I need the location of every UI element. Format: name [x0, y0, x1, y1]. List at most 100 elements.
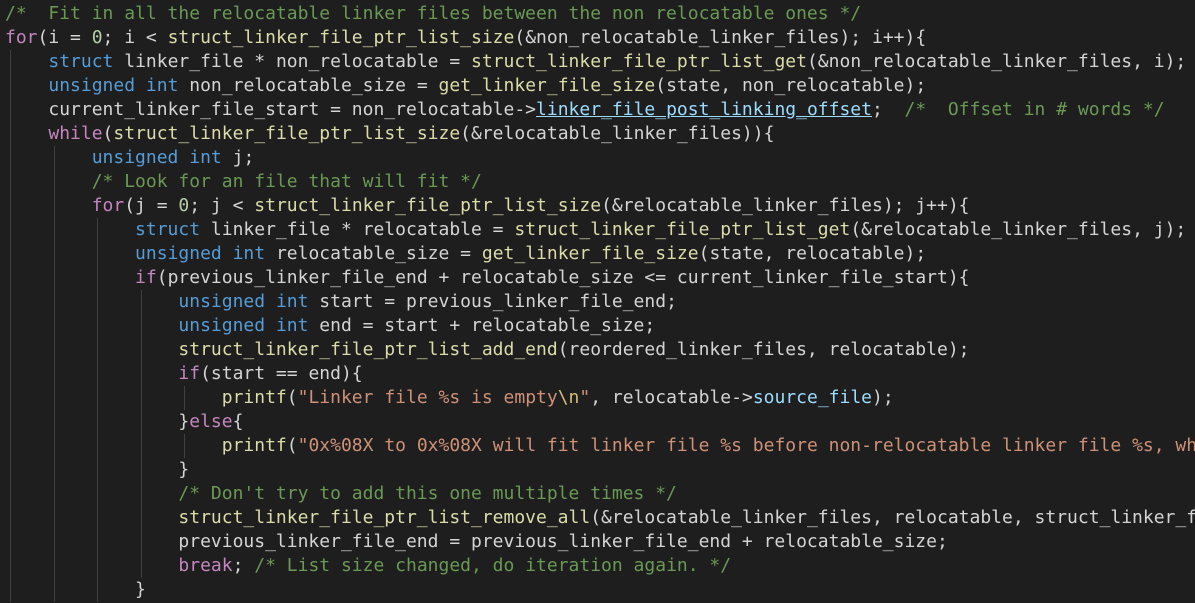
code-line[interactable]: /* Don't try to add this one multiple ti… — [5, 482, 1195, 506]
code-token: (state, relocatable); — [698, 243, 927, 264]
code-token: linker_file_post_linking_offset — [536, 99, 872, 120]
indent-guide — [97, 218, 99, 242]
code-line[interactable]: break; /* List size changed, do iteratio… — [5, 554, 1195, 578]
code-token: /* Look for an file that will fit */ — [91, 171, 482, 192]
indent-guide — [97, 410, 99, 434]
indent-guide — [10, 554, 12, 578]
code-token: linker_file * non_relocatable = — [113, 51, 472, 72]
code-line[interactable]: unsigned int non_relocatable_size = get_… — [5, 74, 1195, 98]
indent-guide — [53, 170, 55, 194]
code-line[interactable]: struct_linker_file_ptr_list_remove_all(&… — [5, 506, 1195, 530]
indent-guide — [10, 482, 12, 506]
code-token: get_linker_file_size — [438, 75, 656, 96]
code-token: source_file — [752, 387, 873, 408]
code-token: /* Fit in all the relocatable linker fil… — [5, 3, 862, 24]
code-line[interactable]: if(previous_linker_file_end + relocatabl… — [5, 266, 1195, 290]
indent-guide — [97, 266, 99, 290]
code-line[interactable]: } — [5, 458, 1195, 482]
indent-guide — [53, 554, 55, 578]
indent-guide — [10, 458, 12, 482]
indent-guide — [10, 314, 12, 338]
code-token: ( — [102, 123, 114, 144]
code-token: ; j < — [189, 195, 255, 216]
indent-guide — [10, 98, 12, 122]
code-token: unsigned — [91, 147, 179, 168]
code-line[interactable]: for(j = 0; j < struct_linker_file_ptr_li… — [5, 194, 1195, 218]
code-token: get_linker_file_size — [481, 243, 699, 264]
code-line[interactable]: unsigned int j; — [5, 146, 1195, 170]
code-token: (&relocatable_linker_files, relocatable,… — [590, 507, 1195, 528]
indent-guide — [53, 194, 55, 218]
code-line[interactable]: previous_linker_file_end = previous_link… — [5, 530, 1195, 554]
code-line[interactable]: struct linker_file * relocatable = struc… — [5, 218, 1195, 242]
code-line[interactable]: printf("Linker file %s is empty\n", relo… — [5, 386, 1195, 410]
indent-guide — [53, 338, 55, 362]
indent-guide — [10, 578, 12, 602]
indent-guide — [10, 290, 12, 314]
code-line[interactable]: unsigned int end = start + relocatable_s… — [5, 314, 1195, 338]
indent-guide — [10, 146, 12, 170]
code-token: if — [135, 267, 157, 288]
code-token: non_relocatable_size = — [178, 75, 439, 96]
code-line[interactable]: /* Look for an file that will fit */ — [5, 170, 1195, 194]
code-line[interactable]: struct_linker_file_ptr_list_add_end(reor… — [5, 338, 1195, 362]
code-token: } — [135, 579, 146, 600]
code-line[interactable]: if(start == end){ — [5, 362, 1195, 386]
indent-guide — [140, 506, 142, 530]
code-token: for — [5, 27, 38, 48]
code-editor[interactable]: /* Fit in all the relocatable linker fil… — [0, 0, 1195, 603]
code-token: (i = — [37, 27, 92, 48]
code-token: (previous_linker_file_end + relocatable_… — [156, 267, 970, 288]
indent-guide — [10, 50, 12, 74]
code-line[interactable]: unsigned int relocatable_size = get_link… — [5, 242, 1195, 266]
code-token: (&non_relocatable_linker_files); i++){ — [514, 27, 927, 48]
indent-guide — [53, 362, 55, 386]
indent-guide — [53, 290, 55, 314]
code-token: linker_file * relocatable = — [200, 219, 515, 240]
code-view[interactable]: /* Fit in all the relocatable linker fil… — [5, 2, 1195, 602]
code-line[interactable]: for(i = 0; i < struct_linker_file_ptr_li… — [5, 26, 1195, 50]
indent-guide — [140, 314, 142, 338]
indent-guide — [53, 386, 55, 410]
indent-guide — [10, 434, 12, 458]
code-token: unsigned — [178, 291, 266, 312]
code-token: printf — [221, 387, 287, 408]
code-line[interactable]: while(struct_linker_file_ptr_list_size(&… — [5, 122, 1195, 146]
indent-guide — [140, 410, 142, 434]
code-token: (j = — [124, 195, 179, 216]
indent-guide — [53, 458, 55, 482]
code-token: j; — [221, 147, 255, 168]
code-line[interactable]: /* Fit in all the relocatable linker fil… — [5, 2, 1195, 26]
indent-guide — [10, 74, 12, 98]
code-line[interactable]: printf("0x%08X to 0x%08X will fit linker… — [5, 434, 1195, 458]
code-line[interactable]: unsigned int start = previous_linker_fil… — [5, 290, 1195, 314]
code-token: struct_linker_file_ptr_list_get — [514, 219, 851, 240]
code-token: ); — [872, 387, 894, 408]
code-line[interactable]: struct linker_file * non_relocatable = s… — [5, 50, 1195, 74]
code-line[interactable]: } — [5, 578, 1195, 602]
code-token: 0 — [91, 27, 103, 48]
indent-guide — [10, 194, 12, 218]
indent-guide — [140, 362, 142, 386]
indent-guide — [140, 458, 142, 482]
indent-guide — [97, 530, 99, 554]
indent-guide — [53, 266, 55, 290]
code-line[interactable]: current_linker_file_start = non_relocata… — [5, 98, 1195, 122]
indent-guide — [140, 434, 142, 458]
code-token: (&relocatable_linker_files)){ — [460, 123, 775, 144]
code-line[interactable]: }else{ — [5, 410, 1195, 434]
